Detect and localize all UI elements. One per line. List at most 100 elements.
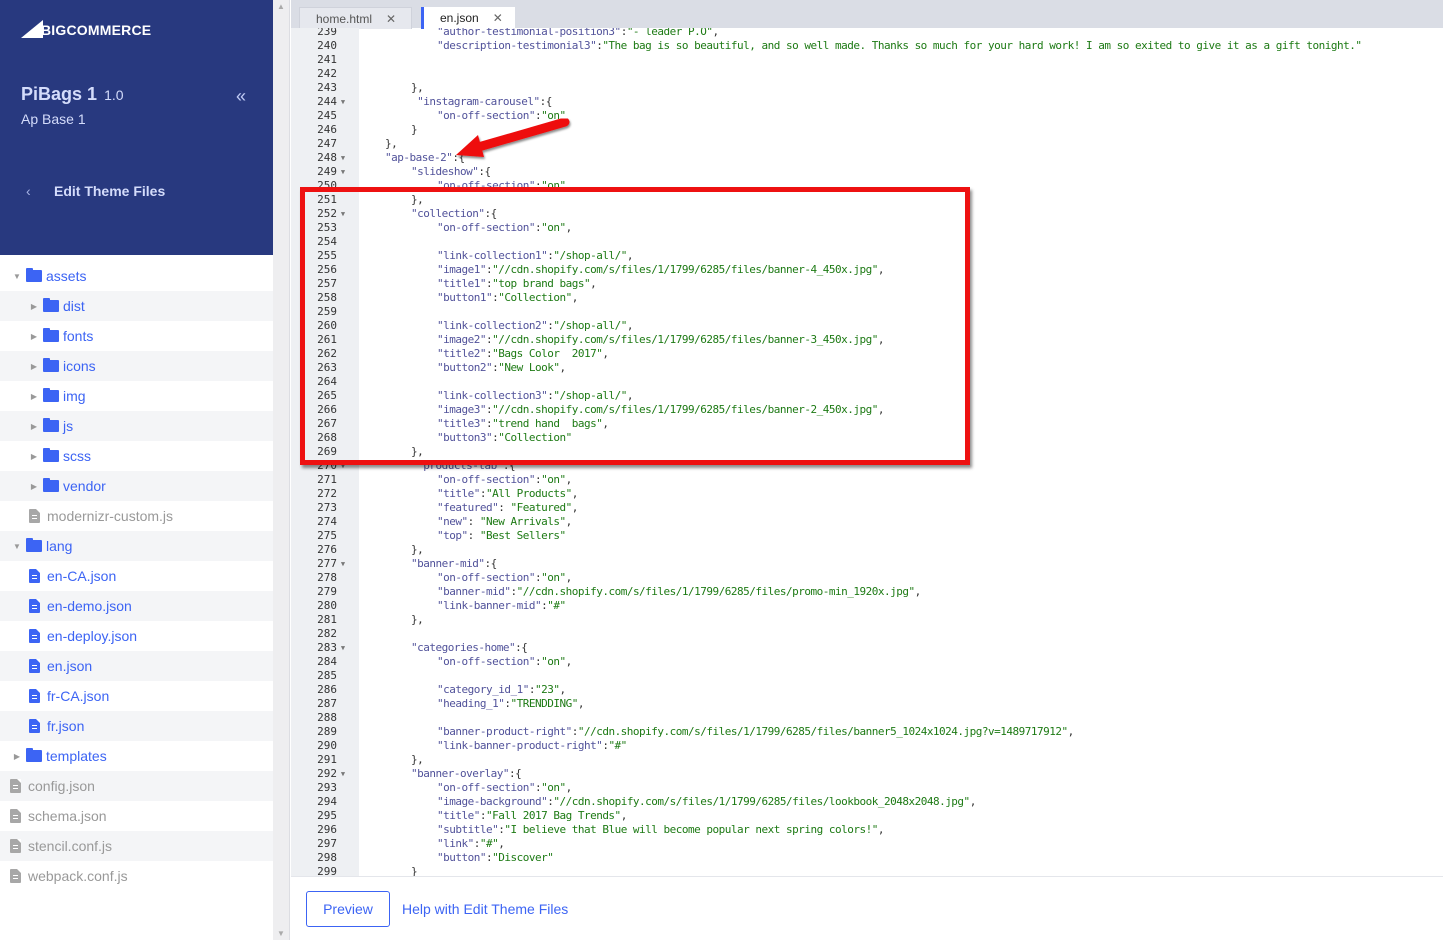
fold-arrow-icon[interactable]: ▼ xyxy=(337,641,349,655)
tree-item-label: stencil.conf.js xyxy=(28,838,113,854)
file-item[interactable]: config.json xyxy=(0,771,273,801)
json-separator: : xyxy=(498,501,511,514)
fold-arrow-icon[interactable]: ▼ xyxy=(337,207,349,221)
json-punct: , xyxy=(877,333,885,346)
file-item[interactable]: en.json xyxy=(0,651,273,681)
file-item[interactable]: en-demo.json xyxy=(0,591,273,621)
folder-item[interactable]: ▶ icons xyxy=(0,351,273,381)
scroll-up-icon[interactable]: ▲ xyxy=(277,2,285,11)
fold-arrow-icon[interactable]: ▼ xyxy=(337,767,349,781)
caret-right-icon[interactable]: ▶ xyxy=(29,332,39,341)
line-number: 296 xyxy=(317,823,337,836)
json-punct: :{ xyxy=(484,207,497,220)
caret-down-icon[interactable]: ▼ xyxy=(12,272,22,281)
close-icon[interactable]: ✕ xyxy=(493,11,503,25)
code-area[interactable]: 239 "author-testimonial-position3":"- lea… xyxy=(291,28,1443,876)
code-line: 268 "button3":"Collection" xyxy=(291,431,1362,445)
file-item[interactable]: en-deploy.json xyxy=(0,621,273,651)
close-icon[interactable]: ✕ xyxy=(386,12,396,26)
file-item[interactable]: fr.json xyxy=(0,711,273,741)
caret-down-icon[interactable]: ▼ xyxy=(12,542,22,551)
caret-right-icon[interactable]: ▶ xyxy=(29,422,39,431)
folder-item[interactable]: ▶ scss xyxy=(0,441,273,471)
bigcommerce-logo[interactable]: BIGCOMMERCE xyxy=(21,14,151,38)
line-number: 299 xyxy=(317,865,337,876)
line-number: 242 xyxy=(317,67,337,80)
code-line: 242 xyxy=(291,67,1362,81)
folder-item[interactable]: ▼ lang xyxy=(0,531,273,561)
file-item[interactable]: schema.json xyxy=(0,801,273,831)
fold-arrow-icon[interactable]: ▼ xyxy=(337,557,349,571)
code-text: "collection":{ xyxy=(349,207,497,221)
file-icon xyxy=(10,869,21,883)
json-key: "banner-mid" xyxy=(411,557,485,570)
code-line: 275 "top": "Best Sellers" xyxy=(291,529,1362,543)
caret-right-icon[interactable]: ▶ xyxy=(29,362,39,371)
preview-button[interactable]: Preview xyxy=(306,891,390,927)
code-text: }, xyxy=(349,193,424,207)
line-number: 298 xyxy=(317,851,337,864)
folder-item[interactable]: ▶ vendor xyxy=(0,471,273,501)
double-chevron-left-icon: « xyxy=(236,86,247,106)
code-text: "on-off-section":"on", xyxy=(349,221,572,235)
caret-right-icon[interactable]: ▶ xyxy=(29,392,39,401)
collapse-sidebar-button[interactable]: « xyxy=(236,86,246,107)
code-text: "on-off-section":"on" xyxy=(349,109,566,123)
tab-home-html[interactable]: home.html ✕ xyxy=(299,7,412,29)
line-number: 259 xyxy=(317,305,337,318)
folder-item[interactable]: ▶ templates xyxy=(0,741,273,771)
folder-item[interactable]: ▶ fonts xyxy=(0,321,273,351)
caret-right-icon[interactable]: ▶ xyxy=(12,752,22,761)
code-text: "description-testimonial3":"The bag is s… xyxy=(349,39,1362,53)
tree-item-label: templates xyxy=(46,748,107,764)
editor-footer: Preview Help with Edit Theme Files xyxy=(291,876,1443,940)
fold-arrow-icon[interactable]: ▼ xyxy=(337,151,349,165)
tree-item-label: modernizr-custom.js xyxy=(47,508,174,524)
file-item[interactable]: en-CA.json xyxy=(0,561,273,591)
fold-arrow-icon[interactable]: ▼ xyxy=(337,165,349,179)
caret-right-icon[interactable]: ▶ xyxy=(29,302,39,311)
json-value: "//cdn.shopify.com/s/files/1/1799/6285/f… xyxy=(553,795,970,808)
json-separator: : xyxy=(467,515,480,528)
back-to-edit-theme-files[interactable]: ‹ Edit Theme Files xyxy=(26,183,165,199)
code-text: "instagram-carousel":{ xyxy=(349,95,552,109)
file-item[interactable]: fr-CA.json xyxy=(0,681,273,711)
fold-arrow-icon[interactable]: ▼ xyxy=(337,95,349,109)
file-item[interactable]: modernizr-custom.js xyxy=(0,501,273,531)
folder-item[interactable]: ▶ img xyxy=(0,381,273,411)
file-item[interactable]: webpack.conf.js xyxy=(0,861,273,891)
code-text: "link":"#", xyxy=(349,837,505,851)
json-key: "new" xyxy=(437,515,468,528)
json-key: "title3" xyxy=(437,417,486,430)
json-key: "category_id_1" xyxy=(437,683,529,696)
tab-en-json[interactable]: en.json ✕ xyxy=(421,7,515,29)
sidebar-scrollbar[interactable]: ▲ ▼ xyxy=(273,0,290,940)
scroll-down-icon[interactable]: ▼ xyxy=(277,929,285,938)
help-link[interactable]: Help with Edit Theme Files xyxy=(402,901,568,917)
file-item[interactable]: stencil.conf.js xyxy=(0,831,273,861)
tree-item-label: en.json xyxy=(47,658,93,674)
json-punct: :{ xyxy=(508,767,522,780)
code-line: 296 "subtitle":"I believe that Blue will … xyxy=(291,823,1362,837)
json-punct: :{ xyxy=(484,557,497,570)
store-name: PiBags 1 1.0 xyxy=(21,84,124,105)
caret-right-icon[interactable]: ▶ xyxy=(29,452,39,461)
code-line: 293 "on-off-section":"on", xyxy=(291,781,1362,795)
caret-right-icon[interactable]: ▶ xyxy=(29,482,39,491)
folder-item[interactable]: ▶ js xyxy=(0,411,273,441)
code-line: 290 "link-banner-product-right":"#" xyxy=(291,739,1362,753)
file-icon xyxy=(29,569,40,583)
code-line: 265 "link-collection3":"/shop-all/", xyxy=(291,389,1362,403)
folder-item[interactable]: ▶ dist xyxy=(0,291,273,321)
code-line: 285 xyxy=(291,669,1362,683)
folder-item[interactable]: ▼ assets xyxy=(0,261,273,291)
editor-tabs: home.html ✕ en.json ✕ xyxy=(291,0,1443,29)
json-value: "//cdn.shopify.com/s/files/1/1799/6285/f… xyxy=(577,725,1068,738)
line-number: 286 xyxy=(317,683,337,696)
fold-arrow-icon[interactable]: ▼ xyxy=(337,459,349,473)
